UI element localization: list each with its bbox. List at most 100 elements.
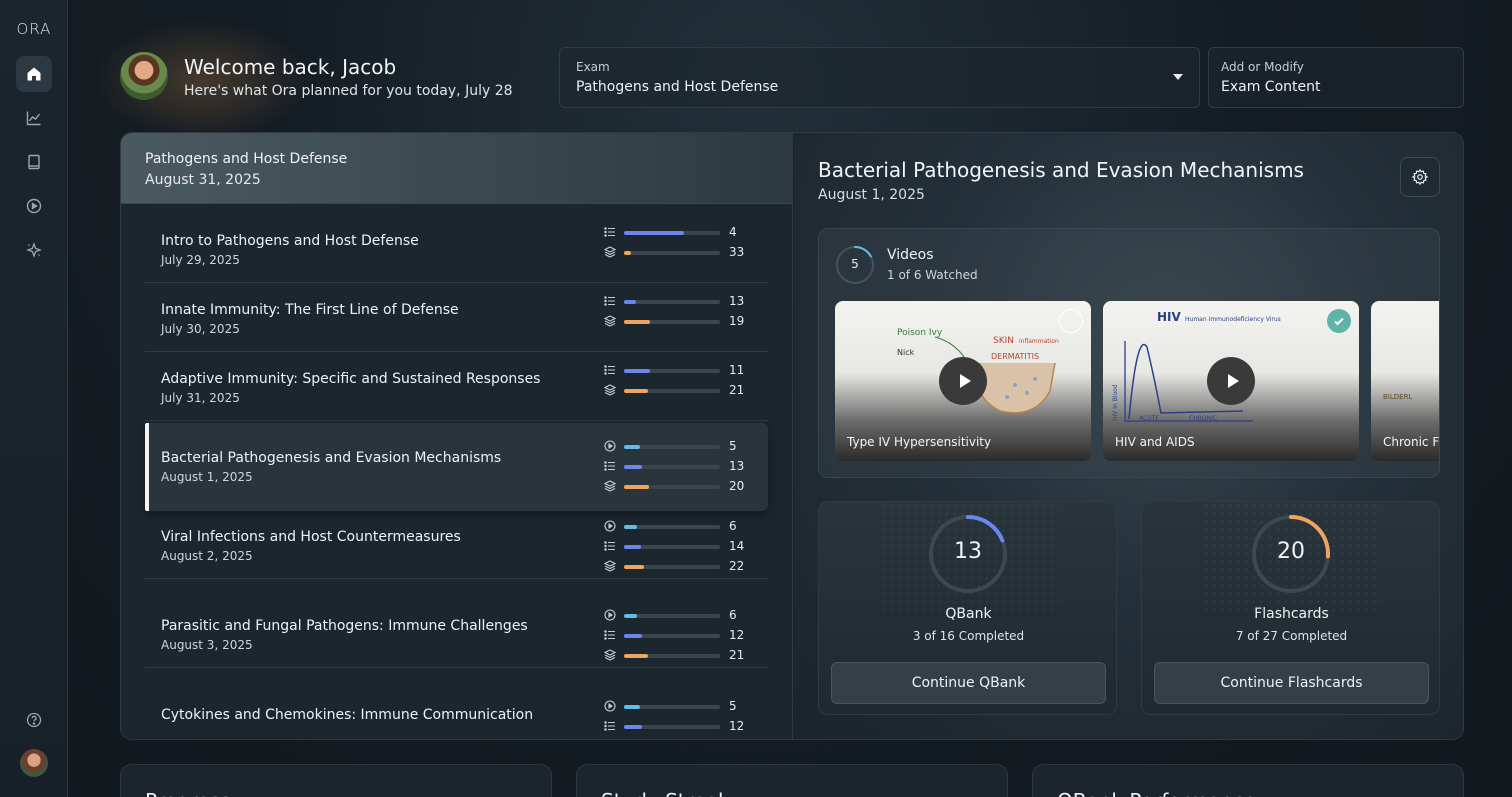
topic-stat: 11 <box>604 363 754 378</box>
videos-heading: Videos <box>887 247 934 263</box>
video-card[interactable]: HIV Human Immunodeficiency Virus HIV in … <box>1103 301 1359 461</box>
watched-check-icon[interactable] <box>1327 309 1351 333</box>
stat-count: 13 <box>729 294 745 308</box>
videos-count: 5 <box>851 257 859 271</box>
play-button[interactable] <box>939 357 987 405</box>
topic-stat: 6 <box>604 519 754 534</box>
progress-bar <box>624 654 720 658</box>
add-value: Exam Content <box>1221 79 1321 95</box>
nav-home[interactable] <box>16 56 52 92</box>
topic-stat: 4 <box>604 225 754 240</box>
list-icon <box>604 460 616 472</box>
exam-title: Pathogens and Host Defense <box>145 151 348 167</box>
topic-title: Viral Infections and Host Countermeasure… <box>161 529 461 545</box>
topic-stat: 13 <box>604 294 754 309</box>
topic-date: August 3, 2025 <box>161 638 253 652</box>
book-icon <box>28 154 40 170</box>
progress-card: Progress <box>120 764 552 797</box>
exam-select[interactable]: Exam Pathogens and Host Defense <box>559 47 1200 108</box>
topic-stat: 6 <box>604 608 754 623</box>
card-title: Study Streak <box>601 789 730 797</box>
video-card[interactable]: BILDERL Chronic F <box>1371 301 1439 461</box>
topic-stat: 33 <box>604 245 754 260</box>
stat-count: 20 <box>729 479 745 493</box>
nav-ai[interactable] <box>16 232 52 268</box>
topic-detail-panel: Bacterial Pathogenesis and Evasion Mecha… <box>794 133 1463 739</box>
topic-row[interactable]: Parasitic and Fungal Pathogens: Immune C… <box>145 599 768 668</box>
stat-count: 14 <box>729 539 745 553</box>
sketch-label: HIV <box>1157 310 1182 324</box>
topic-date: July 30, 2025 <box>161 322 240 336</box>
qbank-performance-card: QBank Performance <box>1032 764 1464 797</box>
help-icon <box>26 712 42 728</box>
progress-bar <box>624 705 720 709</box>
topic-row[interactable]: Viral Infections and Host Countermeasure… <box>145 510 768 579</box>
add-exam-content-button[interactable]: Add or Modify Exam Content <box>1208 47 1464 108</box>
nav-videos[interactable] <box>16 188 52 224</box>
topic-title: Bacterial Pathogenesis and Evasion Mecha… <box>161 450 502 466</box>
topic-date: August 1, 2025 <box>161 470 253 484</box>
layers-icon <box>604 246 616 258</box>
main-panel: Pathogens and Host Defense August 31, 20… <box>120 132 1464 740</box>
user-avatar[interactable] <box>20 749 48 777</box>
nav-library[interactable] <box>16 144 52 180</box>
welcome-subtitle: Here's what Ora planned for you today, J… <box>184 83 513 99</box>
topic-stat: 12 <box>604 719 754 734</box>
layers-icon <box>604 560 616 572</box>
topic-title: Parasitic and Fungal Pathogens: Immune C… <box>161 618 528 634</box>
play-circle-icon <box>604 440 616 452</box>
flashcards-card: 20 Flashcards 7 of 27 Completed Continue… <box>1141 501 1440 715</box>
sparkle-icon <box>26 242 42 258</box>
progress-bar <box>624 565 720 569</box>
study-streak-card: Study Streak <box>576 764 1008 797</box>
sketch-label: BILDERL <box>1383 393 1412 401</box>
flashcards-count: 20 <box>1277 539 1305 564</box>
layers-icon <box>604 480 616 492</box>
exam-value: Pathogens and Host Defense <box>576 79 779 95</box>
topic-row[interactable]: Innate Immunity: The First Line of Defen… <box>145 283 768 352</box>
card-title: QBank Performance <box>1057 789 1256 797</box>
videos-progress-ring: 5 <box>835 245 875 285</box>
video-card[interactable]: Poison Ivy Nick SKIN DERMATITIS inflamma… <box>835 301 1091 461</box>
sketch-label: Poison Ivy <box>897 328 943 338</box>
settings-button[interactable] <box>1400 157 1440 197</box>
unwatched-indicator[interactable] <box>1059 309 1083 333</box>
play-circle-icon <box>604 609 616 621</box>
sketch-label: Human Immunodeficiency Virus <box>1185 316 1281 323</box>
sketch-label: HIV in Blood <box>1112 384 1119 421</box>
nav-analytics[interactable] <box>16 100 52 136</box>
exam-summary-header: Pathogens and Host Defense August 31, 20… <box>121 133 793 204</box>
topic-title: Intro to Pathogens and Host Defense <box>161 233 419 249</box>
play-button[interactable] <box>1207 357 1255 405</box>
layers-icon <box>604 649 616 661</box>
layers-icon <box>604 315 616 327</box>
stat-count: 4 <box>729 225 737 239</box>
progress-bar <box>624 389 720 393</box>
sketch-label: Nick <box>897 348 915 357</box>
progress-bar <box>624 465 720 469</box>
topic-row[interactable]: Adaptive Immunity: Specific and Sustaine… <box>145 352 768 421</box>
topic-stat: 21 <box>604 648 754 663</box>
detail-title: Bacterial Pathogenesis and Evasion Mecha… <box>818 158 1304 182</box>
topic-date: July 31, 2025 <box>161 391 240 405</box>
topic-stat: 20 <box>604 479 754 494</box>
video-title: HIV and AIDS <box>1115 435 1195 449</box>
ora-logo[interactable]: ORA <box>0 20 68 38</box>
topic-title: Adaptive Immunity: Specific and Sustaine… <box>161 371 541 387</box>
progress-bar <box>624 525 720 529</box>
play-circle-icon <box>604 520 616 532</box>
continue-qbank-button[interactable]: Continue QBank <box>831 662 1106 704</box>
continue-flashcards-button[interactable]: Continue Flashcards <box>1154 662 1429 704</box>
topic-row[interactable]: Intro to Pathogens and Host Defense July … <box>145 214 768 283</box>
topic-row[interactable]: Cytokines and Chemokines: Immune Communi… <box>145 688 768 739</box>
qbank-progress-ring: 13 <box>928 514 1008 594</box>
sketch-label: CHRONIC <box>1189 415 1217 422</box>
card-title: Progress <box>145 789 230 797</box>
stat-count: 21 <box>729 648 745 662</box>
stat-count: 6 <box>729 608 737 622</box>
nav-help[interactable] <box>16 702 52 738</box>
chart-icon <box>26 111 41 126</box>
progress-bar <box>624 369 720 373</box>
topic-row[interactable]: Bacterial Pathogenesis and Evasion Mecha… <box>145 423 768 511</box>
stat-count: 13 <box>729 459 745 473</box>
